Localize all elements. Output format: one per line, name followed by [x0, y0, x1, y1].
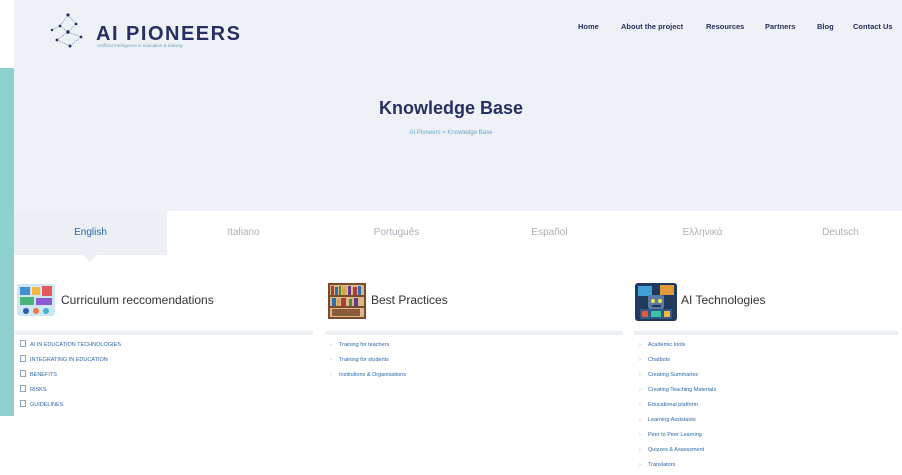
chevron-right-icon: › — [639, 387, 641, 393]
nav-home[interactable]: Home — [578, 22, 599, 31]
list-item[interactable]: › Quizzes & Assessment — [639, 445, 716, 460]
logo-tagline: Artificial Intelligence in education & t… — [97, 43, 183, 48]
document-icon — [20, 340, 26, 347]
list-item[interactable]: › Academic tools — [639, 340, 716, 355]
list-item[interactable]: BENEFITS — [20, 370, 121, 385]
list-item[interactable]: › Peer to Peer Learning — [639, 430, 716, 445]
tab-portugues[interactable]: Português — [320, 211, 473, 255]
list-item[interactable]: › Training for students — [330, 355, 406, 370]
list-item[interactable]: › Educational platform — [639, 400, 716, 415]
chevron-right-icon: › — [639, 357, 641, 363]
list-item[interactable]: › Learning Assistants — [639, 415, 716, 430]
curriculum-header: Curriculum reccomendations — [15, 281, 315, 335]
chevron-right-icon: › — [639, 447, 641, 453]
left-teal-strip — [0, 68, 14, 416]
nav-resources[interactable]: Resources — [706, 22, 744, 31]
chevron-right-icon: › — [639, 417, 641, 423]
ai-technologies-title: AI Technologies — [681, 293, 766, 307]
list-item[interactable]: › Translators — [639, 460, 716, 475]
tab-espanol[interactable]: Español — [473, 211, 626, 255]
list-item[interactable]: › Chatbots — [639, 355, 716, 370]
tab-ellinika[interactable]: Ελληνικά — [626, 211, 779, 255]
list-item[interactable]: › Creating Teaching Materials — [639, 385, 716, 400]
chevron-right-icon: › — [330, 372, 332, 378]
active-tab-pointer — [83, 255, 97, 262]
document-icon — [20, 385, 26, 392]
document-icon — [20, 355, 26, 362]
list-item[interactable]: › Creating Summaries — [639, 370, 716, 385]
tab-deutsch[interactable]: Deutsch — [779, 211, 902, 255]
list-item[interactable]: RISKS — [20, 385, 121, 400]
tab-english[interactable]: English — [14, 211, 167, 255]
document-icon — [20, 370, 26, 377]
nav-blog[interactable]: Blog — [817, 22, 834, 31]
nav-contact-us[interactable]: Contact Us — [853, 22, 893, 31]
curriculum-divider — [15, 331, 313, 335]
chevron-right-icon: › — [330, 357, 332, 363]
chevron-right-icon: › — [639, 342, 641, 348]
chevron-right-icon: › — [330, 342, 332, 348]
curriculum-list: AI IN EDUCATION TECHNOLOGIES INTEGRATING… — [20, 340, 121, 415]
best-practices-header: Best Practices — [325, 281, 625, 335]
robot-workshop-illustration-icon — [635, 283, 677, 321]
ai-technologies-header: AI Technologies — [634, 281, 902, 335]
curriculum-illustration-icon — [17, 284, 55, 316]
document-icon — [20, 400, 26, 407]
list-item[interactable]: AI IN EDUCATION TECHNOLOGIES — [20, 340, 121, 355]
best-practices-list: › Training for teachers › Training for stu… — [330, 340, 406, 385]
list-item[interactable]: GUIDELINES — [20, 400, 121, 415]
best-practices-title: Best Practices — [371, 293, 448, 307]
network-logo-icon — [50, 13, 83, 48]
page-title: Knowledge Base — [378, 98, 524, 118]
list-item[interactable]: INTEGRATING IN EDUCATION — [20, 355, 121, 370]
list-item[interactable]: › Training for teachers — [330, 340, 406, 355]
ai-technologies-divider — [634, 331, 898, 335]
list-item[interactable]: › Institutions & Organisations — [330, 370, 406, 385]
language-tabs: English Italiano Português Español Ελλην… — [14, 211, 902, 255]
nav-partners[interactable]: Partners — [765, 22, 795, 31]
nav-about-the-project[interactable]: About the project — [621, 22, 683, 31]
breadcrumb[interactable]: AI Pioneers > Knowledge Base — [0, 130, 902, 136]
bookshelf-illustration-icon — [328, 283, 366, 319]
ai-technologies-list: › Academic tools › Chatbots › Creating Summ… — [639, 340, 716, 475]
chevron-right-icon: › — [639, 372, 641, 378]
chevron-right-icon: › — [639, 432, 641, 438]
chevron-right-icon: › — [639, 402, 641, 408]
tab-italiano[interactable]: Italiano — [167, 211, 320, 255]
curriculum-title: Curriculum reccomendations — [61, 293, 214, 307]
best-practices-divider — [325, 331, 623, 335]
site-logo[interactable]: AI PIONEERS Artificial Intelligence in e… — [48, 12, 240, 52]
